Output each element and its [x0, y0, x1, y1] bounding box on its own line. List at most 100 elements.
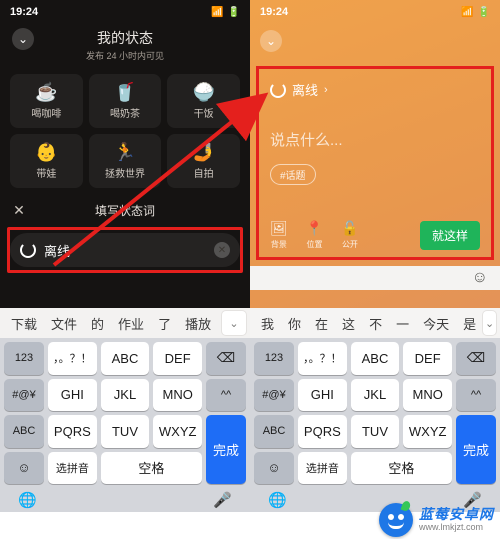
status-label: 喝咖啡 — [31, 105, 61, 120]
status-indicators: 📶 🔋 — [461, 7, 490, 18]
key-abc[interactable]: ABC — [351, 342, 400, 375]
key-123[interactable]: 123 — [4, 342, 44, 375]
key-abc[interactable]: ABC — [101, 342, 150, 375]
key-abc-mode[interactable]: ABC — [4, 415, 44, 448]
watermark: 蓝莓安卓网 www.lmkjzt.com — [379, 503, 494, 537]
status-bar: 19:24 📶 🔋 — [250, 0, 500, 24]
option-background[interactable]: 🖼 背景 — [270, 220, 288, 250]
suggestion[interactable]: 这 — [335, 314, 362, 333]
key-pqrs[interactable]: PQRS — [48, 415, 97, 448]
option-location[interactable]: 📍 位置 — [306, 220, 323, 250]
key-done[interactable]: 完成 — [456, 415, 496, 484]
status-coffee[interactable]: ☕ 喝咖啡 — [10, 74, 83, 128]
compose-input[interactable]: 说点什么... — [270, 129, 480, 150]
battery-icon: 🔋 — [478, 7, 490, 18]
key-jkl[interactable]: JKL — [351, 379, 400, 412]
suggestion[interactable]: 是 — [456, 314, 483, 333]
key-def[interactable]: DEF — [153, 342, 202, 375]
status-indicators: 📶 🔋 — [211, 7, 240, 18]
close-button[interactable]: ✕ — [10, 202, 28, 219]
topic-tag[interactable]: #话题 — [270, 164, 316, 185]
key-mno[interactable]: MNO — [153, 379, 202, 412]
status-hero[interactable]: 🏃 拯救世界 — [89, 134, 162, 188]
battery-icon: 🔋 — [228, 7, 240, 18]
key-123[interactable]: 123 — [254, 342, 294, 375]
key-space[interactable]: 空格 — [101, 452, 202, 485]
option-visibility[interactable]: 🔓 公开 — [341, 220, 358, 250]
option-label: 位置 — [307, 239, 323, 250]
key-emoji[interactable]: ☺ — [254, 452, 294, 485]
key-done[interactable]: 完成 — [206, 415, 246, 484]
suggestion[interactable]: 的 — [84, 314, 111, 333]
option-label: 公开 — [342, 239, 358, 250]
status-label: 拯救世界 — [105, 165, 145, 180]
key-emoji[interactable]: ☺ — [4, 452, 44, 485]
key-tuv[interactable]: TUV — [351, 415, 400, 448]
status-baby[interactable]: 👶 带娃 — [10, 134, 83, 188]
key-pqrs[interactable]: PQRS — [298, 415, 347, 448]
status-input-value: 离线 — [44, 241, 206, 260]
suggestion[interactable]: 不 — [362, 314, 389, 333]
status-input[interactable]: 离线 ✕ — [10, 233, 240, 267]
key-space[interactable]: 空格 — [351, 452, 452, 485]
suggestion[interactable]: 一 — [389, 314, 416, 333]
key-symbols[interactable]: #@¥ — [254, 379, 294, 412]
status-label: 自拍 — [194, 165, 214, 180]
status-time: 19:24 — [260, 6, 288, 18]
suggestion[interactable]: 我 — [254, 314, 281, 333]
status-milktea[interactable]: 🥤 喝奶茶 — [89, 74, 162, 128]
confirm-button[interactable]: 就这样 — [420, 221, 480, 250]
emoji-row: ☺ — [250, 266, 500, 290]
key-pinyin[interactable]: 选拼音 — [48, 452, 97, 485]
status-header[interactable]: 离线 › — [270, 80, 480, 99]
key-ghi[interactable]: GHI — [48, 379, 97, 412]
back-button[interactable]: ⌄ — [260, 30, 282, 52]
spinner-icon — [270, 82, 286, 98]
expand-suggestions[interactable]: ⌄ — [483, 311, 496, 335]
keyboard-toolbar: 🌐 🎤 — [0, 488, 250, 512]
key-def[interactable]: DEF — [403, 342, 452, 375]
key-mno[interactable]: MNO — [403, 379, 452, 412]
suggestion[interactable]: 今天 — [416, 314, 456, 333]
watermark-url: www.lmkjzt.com — [419, 523, 494, 533]
key-jkl[interactable]: JKL — [101, 379, 150, 412]
expand-suggestions[interactable]: ⌄ — [222, 311, 246, 335]
back-button[interactable]: ⌄ — [12, 28, 34, 50]
key-symbols[interactable]: #@¥ — [4, 379, 44, 412]
suggestion[interactable]: 播放 — [178, 314, 218, 333]
key-abc-mode[interactable]: ABC — [254, 415, 294, 448]
suggestion[interactable]: 下载 — [4, 314, 44, 333]
page-title: 我的状态 — [10, 28, 240, 48]
key-ghi[interactable]: GHI — [298, 379, 347, 412]
status-time: 19:24 — [10, 6, 38, 18]
suggestion[interactable]: 你 — [281, 314, 308, 333]
globe-icon[interactable]: 🌐 — [268, 491, 287, 509]
key-punct[interactable]: ，。？！ — [298, 342, 347, 375]
lock-icon: 🔓 — [341, 220, 358, 237]
key-wxyz[interactable]: WXYZ — [153, 415, 202, 448]
key-punct[interactable]: ，。？！ — [48, 342, 97, 375]
backspace-icon: ⌫ — [217, 350, 235, 366]
clear-button[interactable]: ✕ — [214, 242, 230, 258]
key-caret[interactable]: ^^ — [206, 379, 246, 412]
key-caret[interactable]: ^^ — [456, 379, 496, 412]
custom-label: 填写状态词 — [38, 202, 212, 219]
status-label: 喝奶茶 — [110, 105, 140, 120]
emoji-button[interactable]: ☺ — [472, 269, 488, 287]
suggestion[interactable]: 作业 — [111, 314, 151, 333]
suggestion[interactable]: 在 — [308, 314, 335, 333]
key-pinyin[interactable]: 选拼音 — [298, 452, 347, 485]
chevron-down-icon: ⌄ — [266, 34, 276, 48]
key-backspace[interactable]: ⌫ — [456, 342, 496, 375]
key-backspace[interactable]: ⌫ — [206, 342, 246, 375]
key-wxyz[interactable]: WXYZ — [403, 415, 452, 448]
mic-icon[interactable]: 🎤 — [213, 491, 232, 509]
key-tuv[interactable]: TUV — [101, 415, 150, 448]
status-selfie[interactable]: 🤳 自拍 — [167, 134, 240, 188]
suggestion[interactable]: 文件 — [44, 314, 84, 333]
globe-icon[interactable]: 🌐 — [18, 491, 37, 509]
phone-right: 19:24 📶 🔋 ⌄ 离线 › 说点什么... #话题 🖼 背景 — [250, 0, 500, 512]
drink-icon: 🥤 — [114, 83, 136, 101]
status-eat[interactable]: 🍚 干饭 — [167, 74, 240, 128]
suggestion[interactable]: 了 — [151, 314, 178, 333]
